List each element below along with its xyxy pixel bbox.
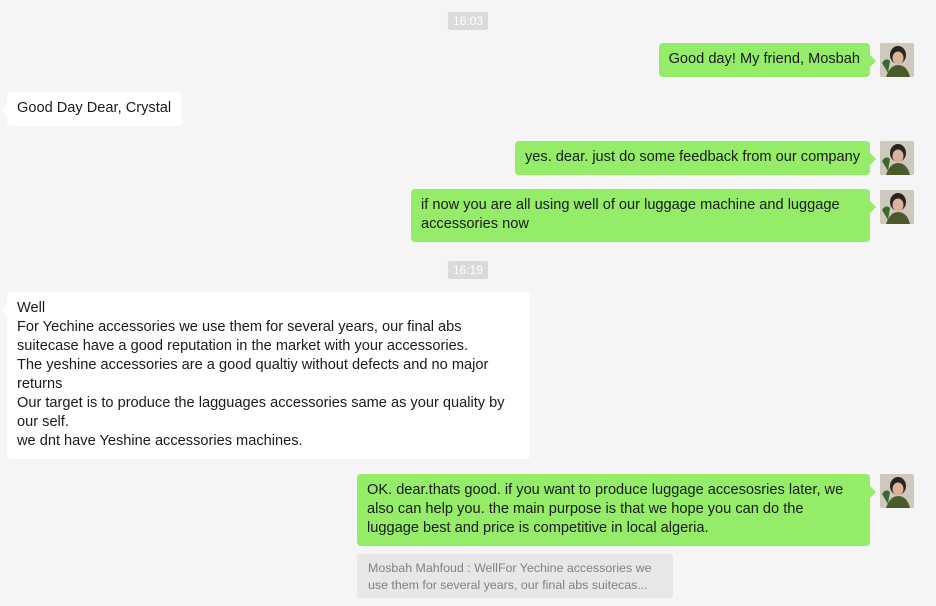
message-text: yes. dear. just do some feedback from ou… [524,149,860,165]
message-text: OK. dear.thats good. if you want to prod… [367,482,844,498]
avatar-photo-icon [880,190,914,224]
quoted-text: Mosbah Mahfoud : WellFor Yechine accesso… [368,561,652,575]
message-text: accessories now [421,216,529,232]
message-bubble-outgoing[interactable]: OK. dear.thats good. if you want to prod… [357,474,876,546]
message-text: For Yechine accessories we use them for … [17,319,462,335]
message-text: our self. [17,414,69,430]
message-text: Good day! My friend, Mosbah [668,51,860,67]
quoted-text: use them for several years, our final ab… [368,578,648,592]
message-bubble-outgoing[interactable]: if now you are all using well of our lug… [411,189,876,242]
avatar-photo-icon [880,43,914,77]
message-bubble-incoming[interactable]: Well For Yechine accessories we use them… [1,292,530,459]
quoted-message[interactable]: Mosbah Mahfoud : WellFor Yechine accesso… [357,554,673,598]
user-avatar[interactable] [880,190,914,224]
user-avatar[interactable] [880,43,914,77]
message-text: suitecase have a good reputation in the … [17,338,469,354]
avatar-photo-icon [880,474,914,508]
message-bubble-incoming[interactable]: Good Day Dear, Crystal [0,92,182,126]
message-text: Well [17,300,46,316]
message-text: if now you are all using well of our lug… [421,197,840,213]
message-text: also can help you. the main purpose is t… [367,501,804,517]
message-text: returns [17,376,63,392]
avatar-photo-icon [880,141,914,175]
message-text: The yeshine accessories are a good qualt… [17,357,489,373]
message-bubble-outgoing[interactable]: yes. dear. just do some feedback from ou… [514,141,877,175]
timestamp: 16:03 [447,12,489,30]
message-text: Good Day Dear, Crystal [17,100,172,116]
user-avatar[interactable] [880,474,914,508]
message-text: luggage best and price is competitive in… [367,520,709,536]
message-bubble-outgoing[interactable]: Good day! My friend, Mosbah [658,43,877,77]
message-text: we dnt have Yeshine accessories machines… [17,433,303,449]
message-text: Our target is to produce the lagguages a… [17,395,505,411]
timestamp: 16:19 [447,261,489,279]
user-avatar[interactable] [880,141,914,175]
